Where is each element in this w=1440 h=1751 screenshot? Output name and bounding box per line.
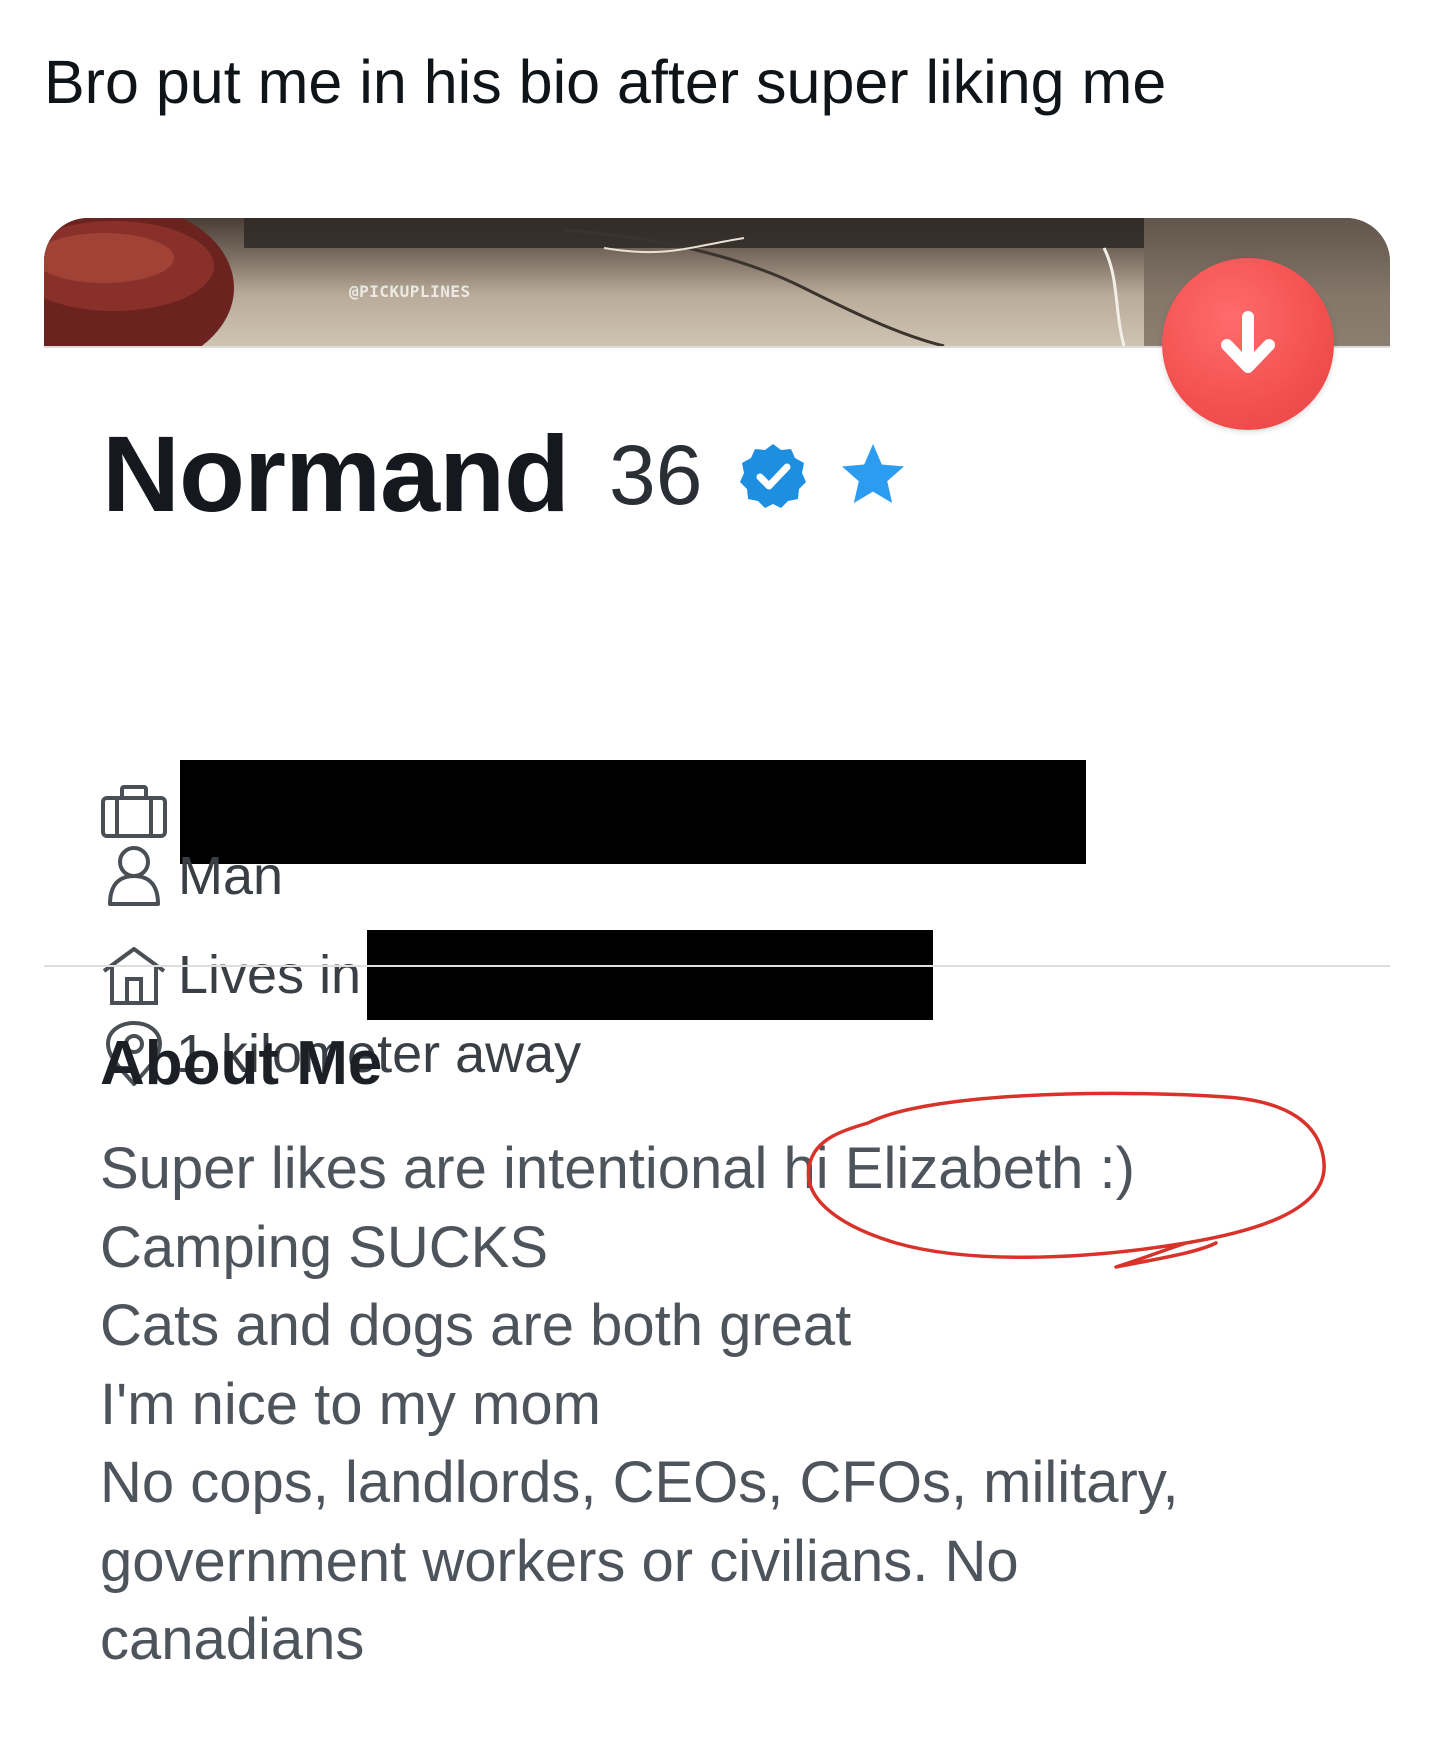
lives-in-row: Lives in [100, 930, 934, 1020]
lives-in-label: Lives in [178, 945, 362, 1005]
briefcase-icon [101, 785, 167, 838]
section-divider [44, 965, 1390, 967]
profile-card: @PICKUPLINES Normand 36 Man Lives in 1 k… [44, 218, 1390, 1751]
red-circle-annotation [806, 1091, 1326, 1269]
post-caption: Bro put me in his bio after super liking… [44, 48, 1167, 116]
bio-line: No cops, landlords, CEOs, CFOs, military… [100, 1450, 1179, 1515]
watermark: @PICKUPLINES [349, 282, 471, 301]
gender-value: Man [178, 846, 284, 906]
about-me-heading: About Me [100, 1029, 383, 1098]
bio-line: government workers or civilians. No [100, 1528, 1019, 1594]
arrow-down-icon [1221, 311, 1275, 373]
person-icon [108, 846, 160, 906]
star-icon [842, 444, 905, 503]
gender-row: Man [100, 842, 283, 910]
redacted-location [367, 930, 934, 1020]
bio-line: canadians [100, 1607, 365, 1672]
name-row: Normand 36 [102, 413, 908, 534]
profile-name: Normand [102, 412, 570, 534]
rewind-button[interactable] [1162, 258, 1334, 430]
profile-age: 36 [609, 427, 703, 522]
verified-badge-icon[interactable] [738, 441, 808, 511]
bio-line: I'm nice to my mom [100, 1371, 601, 1437]
redacted-job [180, 760, 1086, 864]
house-icon [102, 947, 166, 1005]
